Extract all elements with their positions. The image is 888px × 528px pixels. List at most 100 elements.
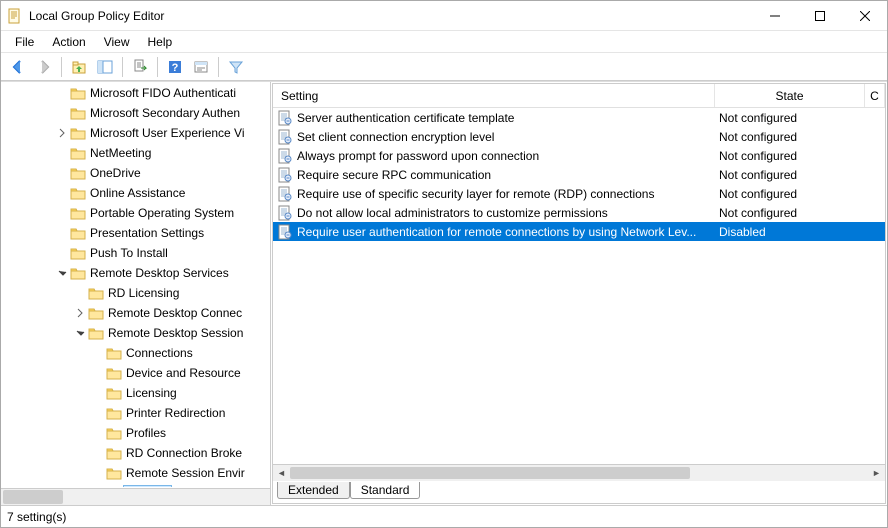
export-list-button[interactable]: [129, 56, 151, 78]
folder-icon: [106, 446, 122, 460]
tree-item[interactable]: Printer Redirection: [2, 403, 269, 423]
settings-row[interactable]: Server authentication certificate templa…: [273, 108, 885, 127]
tree-spacer: [92, 347, 104, 359]
folder-icon: [70, 106, 86, 120]
detail-tabs: Extended Standard: [273, 481, 885, 503]
folder-icon: [70, 186, 86, 200]
settings-row[interactable]: Set client connection encryption levelNo…: [273, 127, 885, 146]
tree-item-label: Microsoft Secondary Authen: [90, 106, 240, 120]
tree-item[interactable]: Microsoft User Experience Vi: [2, 123, 269, 143]
tree-spacer: [56, 187, 68, 199]
folder-icon: [106, 426, 122, 440]
forward-button[interactable]: [33, 56, 55, 78]
tree-horizontal-scrollbar[interactable]: [1, 488, 270, 505]
tree-item-label: Online Assistance: [90, 186, 185, 200]
menu-file[interactable]: File: [7, 33, 42, 51]
menu-action[interactable]: Action: [44, 33, 93, 51]
policy-icon: [277, 148, 293, 164]
tree-spacer: [56, 207, 68, 219]
tree-item-label: Push To Install: [90, 246, 168, 260]
settings-row[interactable]: Do not allow local administrators to cus…: [273, 203, 885, 222]
settings-rows[interactable]: Server authentication certificate templa…: [273, 108, 885, 464]
tree-item[interactable]: Profiles: [2, 423, 269, 443]
tree-item[interactable]: Security: [2, 483, 269, 487]
tree-item-label: Remote Desktop Session: [108, 326, 243, 340]
chevron-down-icon[interactable]: [56, 267, 68, 279]
settings-row[interactable]: Require secure RPC communicationNot conf…: [273, 165, 885, 184]
menu-view[interactable]: View: [96, 33, 138, 51]
folder-icon: [106, 486, 122, 487]
tree-item[interactable]: Microsoft FIDO Authenticati: [2, 83, 269, 103]
tree-spacer: [56, 87, 68, 99]
tree-item-label: Remote Desktop Connec: [108, 306, 242, 320]
tree-item-label: RD Licensing: [108, 286, 179, 300]
setting-state: Disabled: [715, 225, 865, 239]
tree-spacer: [56, 147, 68, 159]
chevron-down-icon[interactable]: [74, 327, 86, 339]
back-button[interactable]: [7, 56, 29, 78]
status-bar: 7 setting(s): [1, 505, 887, 527]
list-horizontal-scrollbar[interactable]: ◄►: [273, 464, 885, 481]
maximize-button[interactable]: [797, 1, 842, 30]
show-hide-tree-button[interactable]: [94, 56, 116, 78]
setting-name: Require user authentication for remote c…: [297, 225, 715, 239]
tree-item[interactable]: RD Licensing: [2, 283, 269, 303]
settings-row[interactable]: Require use of specific security layer f…: [273, 184, 885, 203]
tree-item[interactable]: Connections: [2, 343, 269, 363]
tree-item[interactable]: Push To Install: [2, 243, 269, 263]
folder-icon: [88, 326, 104, 340]
tree-item[interactable]: Device and Resource: [2, 363, 269, 383]
tree-item[interactable]: Remote Desktop Connec: [2, 303, 269, 323]
folder-icon: [88, 306, 104, 320]
settings-row[interactable]: Require user authentication for remote c…: [273, 222, 885, 241]
policy-icon: [277, 224, 293, 240]
column-comment[interactable]: C: [865, 84, 885, 107]
tree-item[interactable]: Licensing: [2, 383, 269, 403]
settings-row[interactable]: Always prompt for password upon connecti…: [273, 146, 885, 165]
app-icon: [7, 8, 23, 24]
tree-item[interactable]: Online Assistance: [2, 183, 269, 203]
setting-name: Always prompt for password upon connecti…: [297, 149, 715, 163]
tree-item[interactable]: NetMeeting: [2, 143, 269, 163]
policy-icon: [277, 129, 293, 145]
setting-name: Server authentication certificate templa…: [297, 111, 715, 125]
setting-name: Require use of specific security layer f…: [297, 187, 715, 201]
chevron-right-icon[interactable]: [56, 127, 68, 139]
tree-item-label: OneDrive: [90, 166, 141, 180]
settings-list: Setting State C Server authentication ce…: [273, 84, 885, 481]
window-controls: [752, 1, 887, 30]
menu-help[interactable]: Help: [140, 33, 181, 51]
tree-item-label: Microsoft User Experience Vi: [90, 126, 245, 140]
tab-standard[interactable]: Standard: [350, 482, 421, 499]
tree-item[interactable]: Microsoft Secondary Authen: [2, 103, 269, 123]
setting-name: Do not allow local administrators to cus…: [297, 206, 715, 220]
chevron-right-icon[interactable]: [74, 307, 86, 319]
tree-spacer: [92, 367, 104, 379]
tree-item[interactable]: OneDrive: [2, 163, 269, 183]
help-icon[interactable]: ?: [164, 56, 186, 78]
tree-item[interactable]: Presentation Settings: [2, 223, 269, 243]
tree-item[interactable]: Remote Desktop Session: [2, 323, 269, 343]
tree-item[interactable]: Remote Session Envir: [2, 463, 269, 483]
tree-item[interactable]: Portable Operating System: [2, 203, 269, 223]
tree-view[interactable]: Microsoft FIDO Authenticati Microsoft Sec…: [2, 83, 269, 487]
tree-item[interactable]: Remote Desktop Services: [2, 263, 269, 283]
tree-item[interactable]: RD Connection Broke: [2, 443, 269, 463]
minimize-button[interactable]: [752, 1, 797, 30]
tree-item-label: Remote Session Envir: [126, 466, 245, 480]
tree-item-label: Remote Desktop Services: [90, 266, 229, 280]
up-button[interactable]: [68, 56, 90, 78]
column-headers: Setting State C: [273, 84, 885, 108]
filter-icon[interactable]: [225, 56, 247, 78]
column-state[interactable]: State: [715, 84, 865, 107]
tree-spacer: [92, 407, 104, 419]
tree-spacer: [92, 387, 104, 399]
column-setting[interactable]: Setting: [273, 84, 715, 107]
folder-icon: [70, 126, 86, 140]
tree-item-label: Presentation Settings: [90, 226, 204, 240]
tree-item-label: Security: [123, 485, 172, 487]
folder-icon: [70, 86, 86, 100]
close-button[interactable]: [842, 1, 887, 30]
tab-extended[interactable]: Extended: [277, 482, 350, 499]
properties-icon[interactable]: [190, 56, 212, 78]
